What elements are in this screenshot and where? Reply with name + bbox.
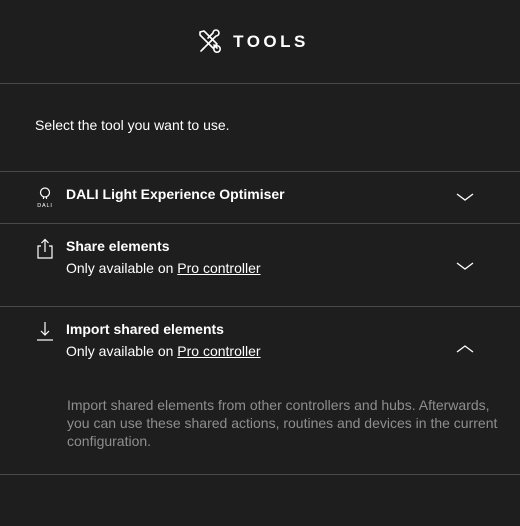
- intro-text: Select the tool you want to use.: [0, 84, 520, 172]
- availability-prefix: Only available on: [66, 260, 174, 276]
- availability-prefix: Only available on: [66, 343, 174, 359]
- page-title: TOOLS: [233, 31, 309, 51]
- page-header: TOOLS: [0, 0, 520, 84]
- tool-item-dali[interactable]: DALI DALI Light Experience Optimiser: [0, 172, 520, 224]
- pro-controller-link[interactable]: Pro controller: [177, 343, 260, 359]
- tool-item-import[interactable]: Import shared elements Only available on…: [0, 307, 520, 475]
- tool-item-share[interactable]: Share elements Only available on Pro con…: [0, 224, 520, 307]
- tools-icon: [199, 28, 222, 53]
- tool-title-dali: DALI Light Experience Optimiser: [66, 186, 285, 202]
- tool-availability-import: Only available on Pro controller: [66, 343, 261, 359]
- chevron-up-icon[interactable]: [456, 344, 474, 354]
- chevron-down-icon[interactable]: [456, 261, 474, 271]
- tool-availability-share: Only available on Pro controller: [66, 260, 261, 276]
- tool-title-share: Share elements: [66, 238, 170, 254]
- chevron-down-icon[interactable]: [456, 192, 474, 202]
- pro-controller-link[interactable]: Pro controller: [177, 260, 260, 276]
- tool-title-import: Import shared elements: [66, 321, 224, 337]
- dali-bulb-icon: DALI: [35, 186, 55, 209]
- svg-text:DALI: DALI: [37, 203, 52, 209]
- share-icon: [35, 238, 55, 260]
- import-icon: [35, 321, 55, 343]
- tool-description-import: Import shared elements from other contro…: [67, 397, 498, 449]
